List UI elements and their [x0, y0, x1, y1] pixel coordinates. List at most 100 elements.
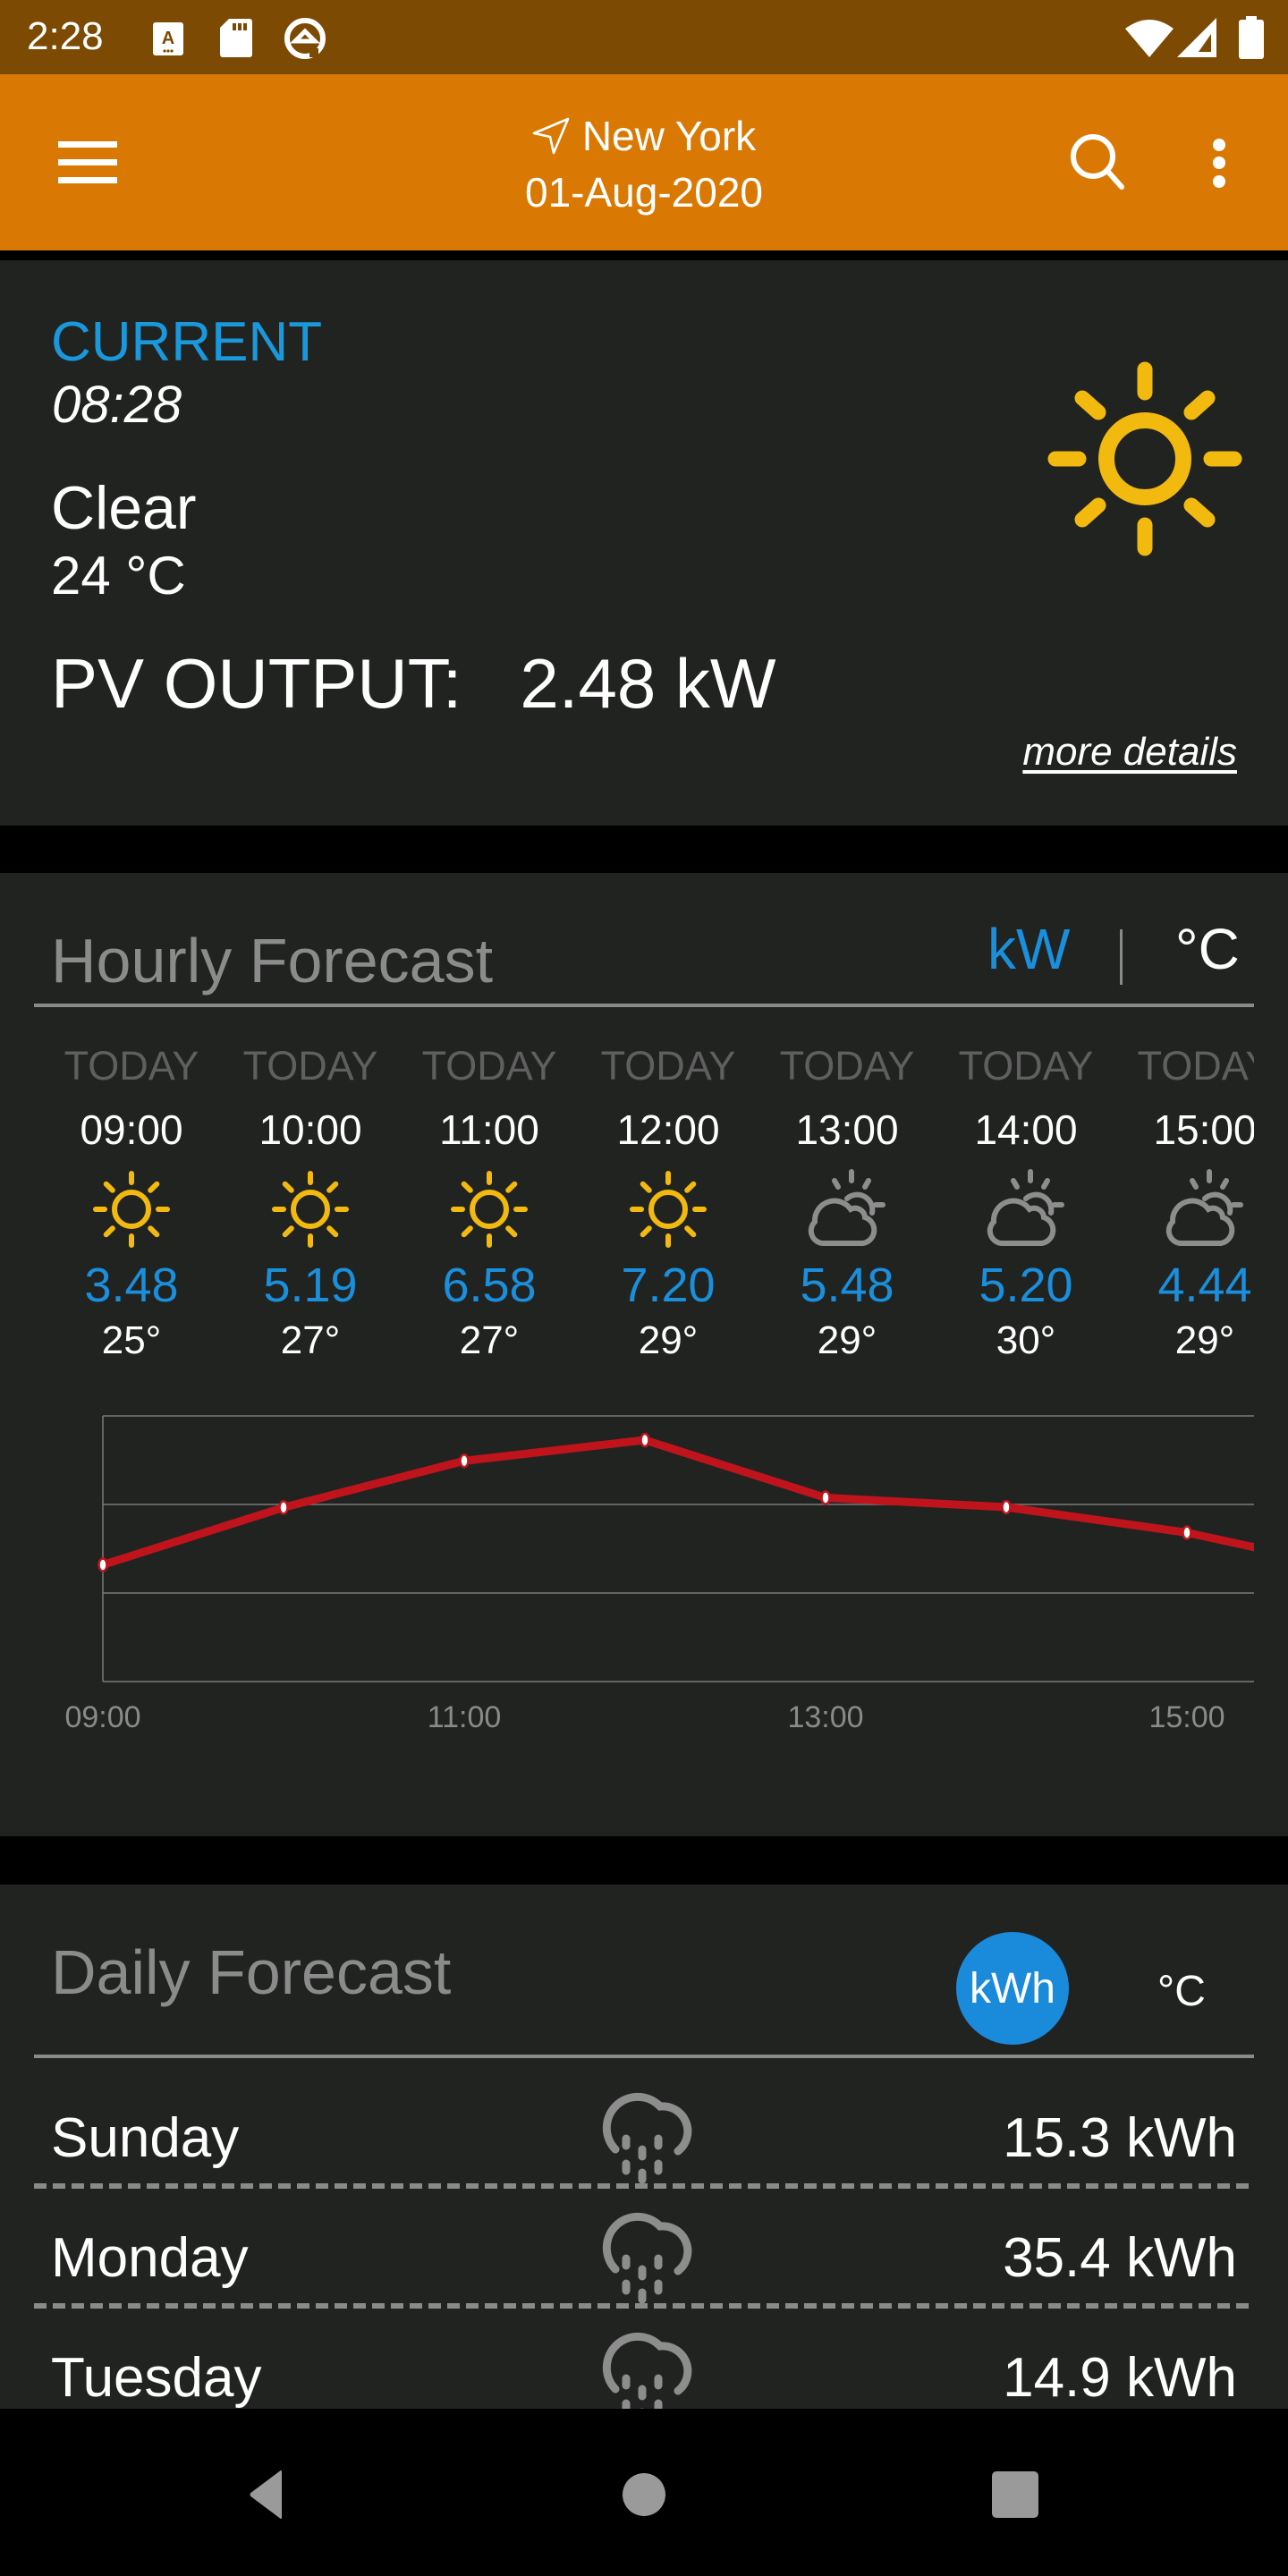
hourly-temp: 29°	[817, 1318, 877, 1362]
partly-cloudy-icon	[981, 1165, 1071, 1254]
daily-energy-value: 35.4 kWh	[1003, 2227, 1237, 2289]
hourly-kw: 5.20	[979, 1258, 1073, 1312]
sun-icon	[1047, 361, 1242, 556]
search-button[interactable]	[1064, 128, 1129, 192]
wifi-icon	[1125, 20, 1174, 57]
partly-cloudy-icon	[802, 1165, 892, 1254]
more-details-link[interactable]: more details	[1022, 730, 1237, 775]
daily-day-name: Tuesday	[51, 2347, 262, 2409]
cell-signal-icon	[1177, 18, 1216, 57]
current-conditions-card: CURRENT 08:28 Clear 24 °C PV OUTPUT: 2.4…	[0, 260, 1288, 826]
chart-point	[459, 1453, 470, 1469]
hourly-temp: 27°	[280, 1318, 341, 1362]
hourly-time: 14:00	[974, 1106, 1078, 1153]
hourly-time: 09:00	[80, 1106, 183, 1153]
pv-output-value: 2.48 kW	[520, 644, 776, 723]
chart-point	[1182, 1525, 1192, 1540]
search-icon	[1071, 134, 1124, 190]
sun-icon	[445, 1165, 534, 1254]
app-toolbar: New York 01-Aug-2020	[0, 74, 1288, 250]
hourly-kw: 6.58	[442, 1258, 537, 1312]
sun-icon	[87, 1165, 176, 1254]
nav-recents-button[interactable]	[966, 2445, 1064, 2544]
svg-text:A: A	[162, 29, 174, 48]
home-icon	[623, 2473, 665, 2516]
unit-toggle-celsius[interactable]: °C	[1175, 916, 1240, 982]
hourly-temp: 30°	[996, 1318, 1056, 1362]
hourly-item[interactable]: TODAY 12:00 7.20 29°	[579, 1043, 758, 1374]
hourly-day: TODAY	[421, 1043, 557, 1089]
daily-day-name: Sunday	[51, 2107, 240, 2169]
hourly-day: TODAY	[242, 1043, 378, 1089]
unit-toggle-kw[interactable]: kW	[987, 916, 1070, 982]
hourly-day: TODAY	[779, 1043, 915, 1089]
hourly-time: 12:00	[616, 1106, 720, 1153]
chart-x-tick-label: 13:00	[787, 1700, 863, 1734]
daily-day-name: Monday	[51, 2227, 249, 2289]
sd-card-icon	[220, 19, 252, 57]
hourly-temp: 27°	[459, 1318, 520, 1362]
hourly-item[interactable]: TODAY 14:00 5.20 30°	[936, 1043, 1115, 1374]
hourly-kw: 5.19	[263, 1258, 358, 1312]
hourly-item[interactable]: TODAY 09:00 3.48 25°	[42, 1043, 221, 1374]
pv-output: PV OUTPUT: 2.48 kW	[51, 643, 776, 724]
hourly-pv-chart-svg: 09:00 11:00 13:00 15:00	[64, 1415, 1254, 1734]
chart-point	[820, 1490, 831, 1505]
daily-energy-value: 15.3 kWh	[1003, 2107, 1237, 2169]
daily-row[interactable]: Monday 35.4 kWh	[34, 2189, 1254, 2309]
battery-icon	[1239, 16, 1264, 59]
hourly-item[interactable]: TODAY 10:00 5.19 27°	[221, 1043, 400, 1374]
nav-home-button[interactable]	[595, 2445, 693, 2544]
hourly-item[interactable]: TODAY 15:00 4.44 29°	[1115, 1043, 1254, 1374]
hourly-time: 13:00	[795, 1106, 899, 1153]
daily-energy-value: 14.9 kWh	[1003, 2347, 1237, 2409]
chart-point	[278, 1500, 289, 1515]
hourly-time: 11:00	[439, 1106, 539, 1153]
current-condition: Clear	[51, 474, 197, 542]
hourly-forecast-card: Hourly Forecast kW °C TODAY 09:00 3.48 25° T…	[0, 873, 1288, 1836]
hourly-day: TODAY	[600, 1043, 736, 1089]
unit-toggle-celsius-daily[interactable]: °C	[1157, 1967, 1206, 2016]
rain-cloud-icon	[589, 2326, 696, 2409]
chart-x-tick-label: 11:00	[428, 1700, 502, 1734]
navigation-arrow-icon	[532, 117, 570, 155]
unit-divider	[1120, 929, 1123, 985]
chart-point	[640, 1432, 650, 1448]
current-time: 08:28	[52, 376, 182, 434]
font-a-icon: A	[153, 22, 183, 55]
data-saver-icon	[284, 18, 326, 59]
daily-row[interactable]: Sunday 15.3 kWh	[34, 2069, 1254, 2189]
hourly-day: TODAY	[958, 1043, 1094, 1089]
status-time: 2:28	[27, 14, 104, 58]
system-nav-bar	[0, 2410, 1288, 2576]
sun-icon	[266, 1165, 355, 1254]
overflow-menu-button[interactable]	[1199, 128, 1240, 199]
daily-row[interactable]: Tuesday 14.9 kWh	[34, 2309, 1254, 2409]
hourly-day: TODAY	[64, 1043, 199, 1089]
daily-forecast-card: Daily Forecast kWh °C Sunday 15.3 kWh Mon…	[0, 1885, 1288, 2409]
hourly-day: TODAY	[1137, 1043, 1254, 1089]
more-vert-icon	[1213, 139, 1225, 188]
hourly-title-rule	[34, 1004, 1254, 1007]
chart-x-tick-label: 09:00	[64, 1700, 140, 1734]
hourly-scroll-strip[interactable]: TODAY 09:00 3.48 25° TODAY 10:00 5.19 27° TODAY 1…	[42, 1043, 1254, 1374]
rain-cloud-icon	[589, 2207, 696, 2314]
chart-x-tick-label: 15:00	[1148, 1700, 1224, 1734]
hourly-kw: 5.48	[800, 1258, 894, 1312]
hourly-temp: 25°	[101, 1318, 162, 1362]
hourly-temp: 29°	[638, 1318, 699, 1362]
daily-title-rule	[34, 2055, 1254, 2058]
chart-series-group	[97, 1432, 1254, 1572]
unit-toggle-kwh[interactable]: kWh	[956, 1932, 1069, 2045]
status-bar: 2:28 A	[0, 0, 1288, 74]
hourly-item[interactable]: TODAY 13:00 5.48 29°	[758, 1043, 936, 1374]
recents-icon	[992, 2471, 1038, 2518]
hourly-item[interactable]: TODAY 11:00 6.58 27°	[400, 1043, 579, 1374]
hourly-kw: 4.44	[1157, 1258, 1252, 1312]
pv-output-label: PV OUTPUT:	[51, 644, 462, 723]
hourly-temp: 29°	[1174, 1318, 1235, 1362]
back-icon	[250, 2470, 282, 2519]
nav-back-button[interactable]	[219, 2445, 318, 2544]
hourly-time: 15:00	[1153, 1106, 1254, 1153]
hourly-pv-chart: 09:00 11:00 13:00 15:00	[0, 1392, 1288, 1785]
